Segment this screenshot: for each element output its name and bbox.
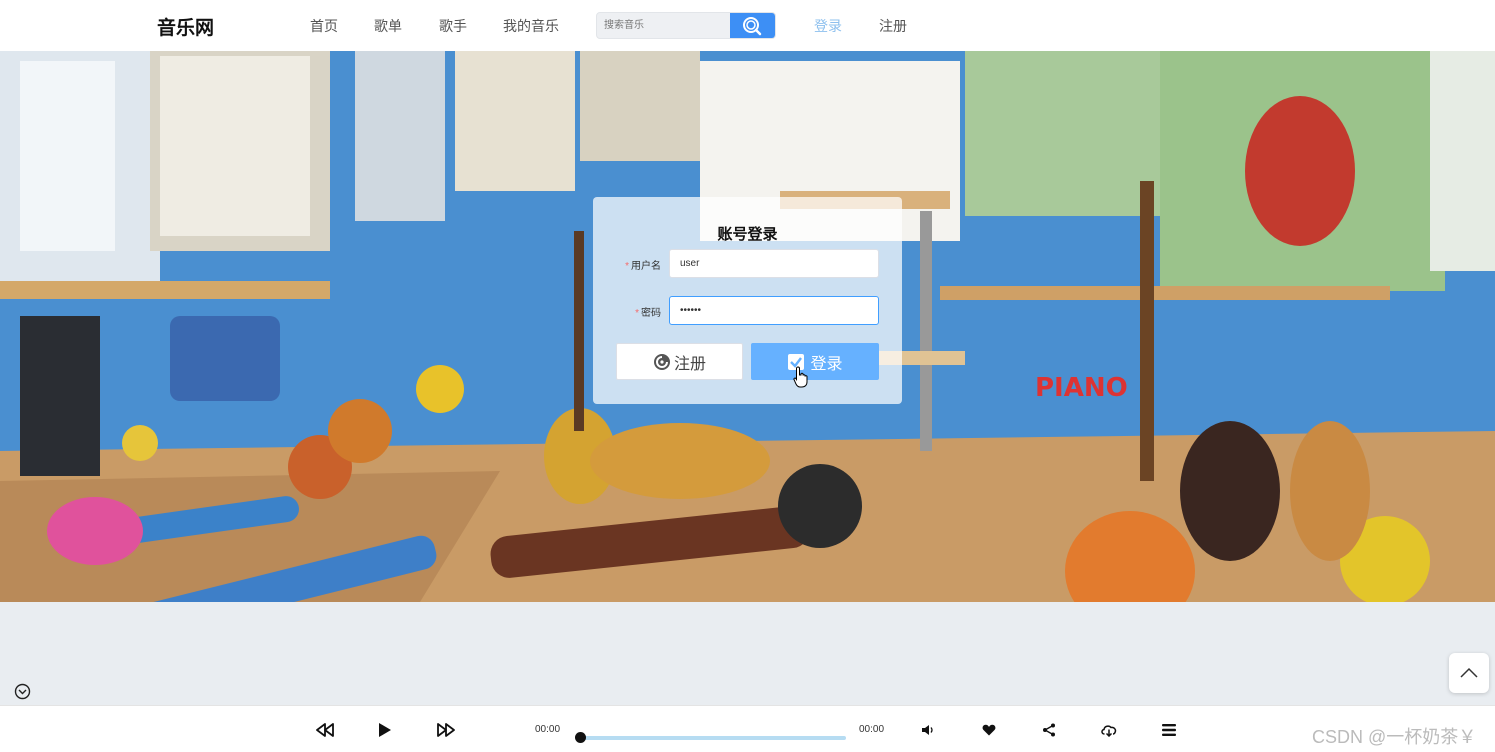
total-time: 00:00 [859, 724, 885, 735]
top-navbar: 音乐网 首页 歌单 歌手 我的音乐 登录 注册 [0, 0, 1495, 51]
hand-cursor-icon [793, 366, 808, 388]
nav-singer[interactable]: 歌手 [439, 16, 467, 36]
required-mark: * [625, 261, 629, 272]
register-button[interactable]: 注册 [616, 343, 743, 380]
search-box [596, 12, 776, 39]
current-time: 00:00 [535, 724, 561, 735]
password-input[interactable] [669, 296, 879, 325]
volume-button[interactable] [918, 720, 938, 740]
login-title: 账号登录 [717, 226, 778, 243]
username-label: * 用户名 [601, 257, 661, 272]
download-button[interactable] [1099, 720, 1119, 740]
svg-text:PIANO: PIANO [1035, 373, 1128, 403]
progress-bar[interactable] [575, 732, 846, 743]
playlist-button[interactable] [1159, 720, 1179, 740]
share-button[interactable] [1039, 720, 1059, 740]
previous-button[interactable] [315, 720, 335, 740]
chevron-down-icon[interactable] [14, 683, 31, 700]
search-input[interactable] [597, 13, 733, 38]
search-button[interactable] [730, 13, 775, 38]
login-form: 账号登录 *用户名 *密码 注册 登录 [593, 197, 902, 404]
site-logo[interactable]: 音乐网 [157, 13, 214, 40]
required-mark: * [635, 308, 639, 319]
header-register-link[interactable]: 注册 [879, 16, 907, 36]
register-button-label: 注册 [673, 355, 706, 373]
search-icon [743, 17, 762, 36]
menu-icon [1162, 724, 1176, 736]
next-button[interactable] [436, 720, 456, 740]
nav-my-music[interactable]: 我的音乐 [503, 16, 559, 36]
volume-icon [922, 725, 933, 735]
username-label-text: 用户名 [631, 261, 661, 272]
chevron-up-icon [1460, 667, 1478, 678]
share-icon [1043, 723, 1055, 737]
like-button[interactable] [979, 720, 999, 740]
password-label: * 密码 [601, 304, 661, 319]
play-button[interactable] [375, 720, 395, 740]
previous-icon [316, 723, 334, 737]
back-to-top-button[interactable] [1449, 653, 1489, 693]
username-input[interactable] [669, 249, 879, 278]
progress-thumb[interactable] [575, 732, 586, 743]
password-label-text: 密码 [641, 308, 661, 319]
csdn-watermark: CSDN @一杯奶茶￥ [1312, 727, 1477, 747]
nav-playlist[interactable]: 歌单 [374, 16, 402, 36]
heart-icon [982, 724, 996, 736]
nav-home[interactable]: 首页 [310, 16, 338, 36]
cloud-download-icon [1101, 725, 1117, 737]
play-icon [379, 723, 391, 737]
music-player-bar: 00:00 00:00 CSDN @一杯奶茶￥ [0, 705, 1495, 752]
login-button-label: 登录 [810, 355, 843, 373]
next-icon [437, 723, 455, 737]
register-icon [653, 353, 670, 370]
header-login-link[interactable]: 登录 [814, 16, 842, 36]
login-button[interactable]: 登录 [751, 343, 879, 380]
